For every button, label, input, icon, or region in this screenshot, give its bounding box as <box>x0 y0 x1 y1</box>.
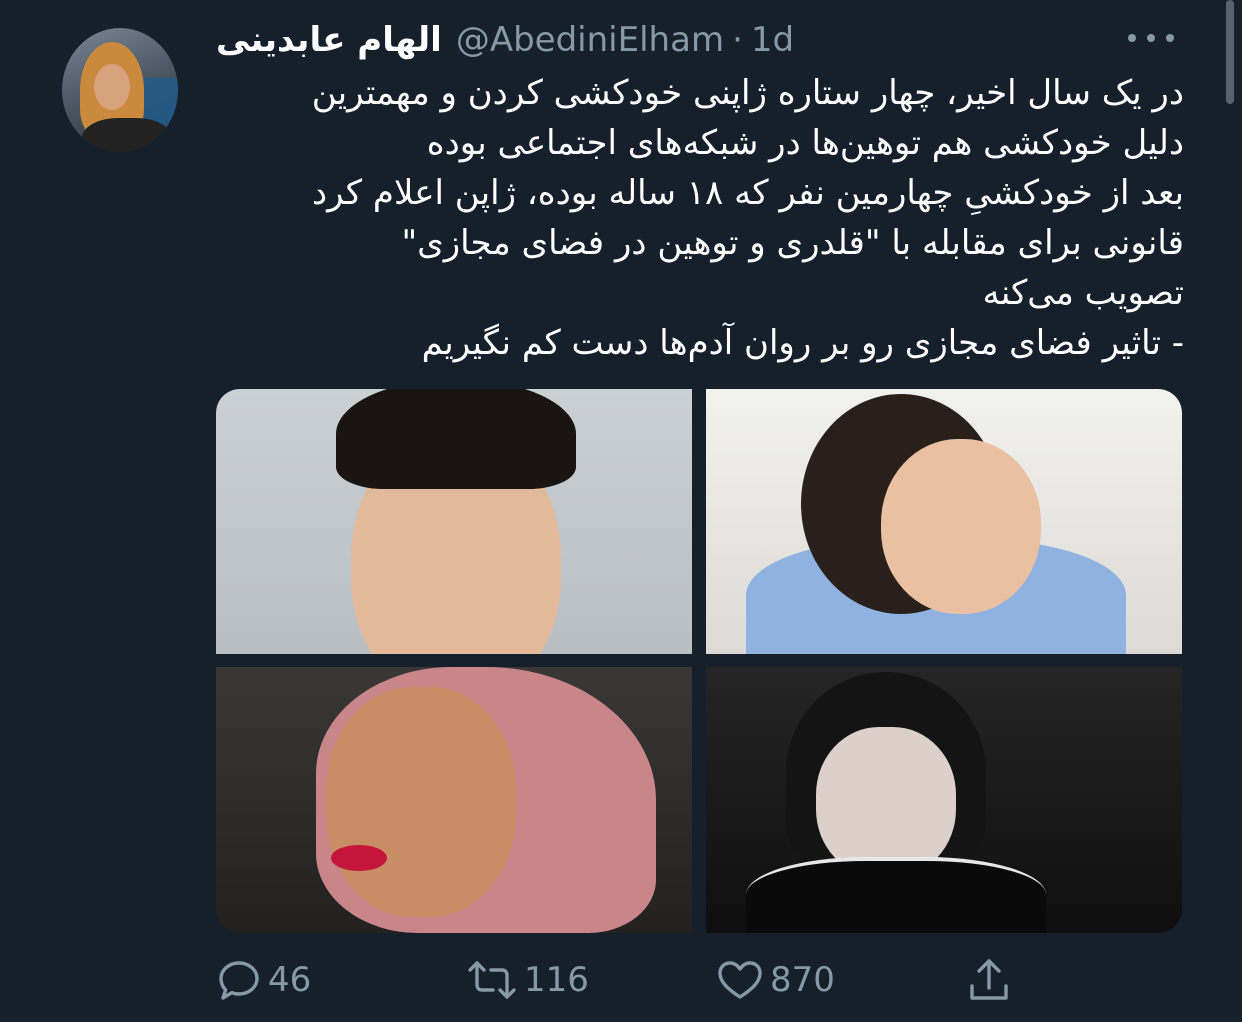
share-icon <box>966 956 1012 1004</box>
tweet-header: الهام عابدینی @AbediniElham · 1d <box>216 18 794 62</box>
reply-icon <box>216 957 262 1003</box>
photo-2[interactable] <box>706 389 1182 654</box>
photo-1[interactable] <box>216 389 692 654</box>
like-button[interactable]: 870 <box>716 955 835 1005</box>
tweet-text-line: - تاثیر فضای مجازی رو بر روان آدم‌ها دست… <box>421 323 1184 363</box>
photo-4[interactable] <box>706 667 1182 933</box>
scrollbar[interactable] <box>1226 0 1234 104</box>
tweet-text-line: در یک سال اخیر، چهار ستاره ژاپنی خودکشی … <box>311 73 1184 113</box>
tweet-actions: 46 116 870 <box>216 955 1216 1005</box>
tweet-text: در یک سال اخیر، چهار ستاره ژاپنی خودکشی … <box>216 68 1184 368</box>
media-grid <box>216 389 1182 933</box>
like-count: 870 <box>770 960 835 1000</box>
photo-3[interactable] <box>216 667 692 933</box>
separator: · <box>732 20 743 60</box>
author-handle[interactable]: @AbediniElham <box>456 20 724 60</box>
reply-count: 46 <box>268 960 312 1000</box>
timestamp[interactable]: 1d <box>751 20 794 60</box>
author-name[interactable]: الهام عابدینی <box>216 20 442 60</box>
more-icon[interactable] <box>1128 30 1174 46</box>
tweet-text-line: قانونی برای مقابله با "قلدری و توهین در … <box>401 223 1184 263</box>
tweet[interactable]: الهام عابدینی @AbediniElham · 1d در یک س… <box>0 0 1242 1022</box>
retweet-button[interactable]: 116 <box>466 955 589 1005</box>
avatar[interactable] <box>62 28 178 152</box>
like-icon <box>716 957 764 1003</box>
retweet-icon <box>466 957 518 1003</box>
tweet-text-line: تصویب می‌کنه <box>982 273 1184 313</box>
tweet-text-line: دلیل خودکشی هم توهین‌ها در شبکه‌های اجتم… <box>426 123 1184 163</box>
tweet-text-line: بعد از خودکشیِ چهارمین نفر که ۱۸ ساله بو… <box>312 173 1184 213</box>
share-button[interactable] <box>966 955 1012 1005</box>
reply-button[interactable]: 46 <box>216 955 311 1005</box>
retweet-count: 116 <box>524 960 589 1000</box>
